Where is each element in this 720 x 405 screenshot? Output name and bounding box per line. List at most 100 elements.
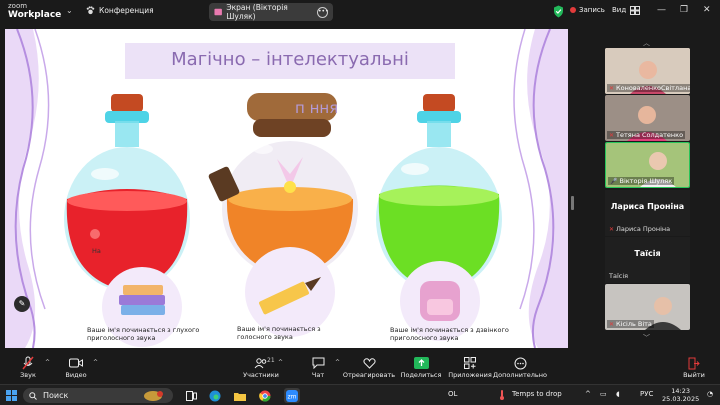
participants-label: Участники xyxy=(243,371,279,379)
participant-display-name: Лариса Проніна xyxy=(610,202,685,211)
caret-up-icon[interactable]: ^ xyxy=(93,359,98,366)
caption-voiceless: Ваше ім'я починається з глухого приголос… xyxy=(87,326,200,342)
search-placeholder: Поиск xyxy=(43,391,69,400)
clock-date: 25.03.2025 xyxy=(662,395,700,403)
meeting-label: Конференция xyxy=(99,6,154,15)
more-label: Дополнительно xyxy=(493,371,547,379)
participant-tile[interactable]: ✕ КоноваленкоСвітлана xyxy=(605,48,690,94)
caret-up-icon[interactable]: ^ xyxy=(278,359,283,366)
apps-icon xyxy=(464,355,476,371)
leave-label: Выйти xyxy=(683,371,705,379)
ol-tray-item[interactable]: OL xyxy=(448,390,457,398)
participant-name: Лариса Проніна xyxy=(616,225,671,233)
slide-partial-text: На xyxy=(92,247,101,255)
chevron-down-icon[interactable]: ﹀ xyxy=(643,333,650,343)
screen-share-indicator[interactable]: Экран (Вікторія Шуляк) ••• xyxy=(209,3,333,21)
close-icon[interactable]: ✕ xyxy=(703,5,711,15)
chat-label: Чат xyxy=(311,371,325,379)
react-label: Отреагировать xyxy=(342,371,396,379)
minimize-icon[interactable]: — xyxy=(657,5,666,15)
chevron-down-icon[interactable]: ⌄ xyxy=(66,6,73,15)
participant-name: Вікторія Шуляк xyxy=(619,177,673,185)
leave-button[interactable]: Выйти xyxy=(666,355,720,379)
clock-time: 14:23 xyxy=(671,387,690,395)
shared-screen: Магічно – інтелектуальні п ння На Ваше і… xyxy=(5,29,568,348)
participant-name: Кісіль Віта xyxy=(616,320,652,328)
grid-view-icon[interactable] xyxy=(630,6,640,15)
video-label: Видео xyxy=(65,371,87,379)
network-icon[interactable]: ▭ xyxy=(600,390,607,398)
chevron-up-icon[interactable]: ︿ xyxy=(643,38,650,48)
video-button[interactable]: Видео ^ xyxy=(48,355,104,379)
zoom-logo: zoom Workplace xyxy=(8,2,61,20)
windows-taskbar: Поиск zm OL Temps to drop ^ ▭ ◖ РУС 14:2… xyxy=(0,384,720,405)
chrome-icon[interactable] xyxy=(257,388,273,403)
record-label: Запись xyxy=(579,6,605,14)
chat-icon xyxy=(312,355,325,371)
zoom-app-icon[interactable]: zm xyxy=(284,388,300,403)
volume-icon[interactable]: ◖ xyxy=(616,390,620,398)
heart-icon xyxy=(362,355,376,371)
tray-chevron-up-icon[interactable]: ^ xyxy=(585,390,591,398)
notification-bell-icon[interactable]: ◔ xyxy=(707,390,713,398)
caption-vowel: Ваше ім'я починається з голосного звука xyxy=(237,325,321,341)
participant-name: КоноваленкоСвітлана xyxy=(616,84,690,92)
bird-widget-icon xyxy=(144,391,163,401)
screen-icon xyxy=(214,8,222,16)
react-button[interactable]: Отреагировать xyxy=(341,355,397,379)
mic-icon: 🎤 xyxy=(610,177,618,185)
participant-name: Тетяна Солдатенко xyxy=(616,131,684,139)
share-label: Экран (Вікторія Шуляк) xyxy=(226,3,288,21)
panel-resize-handle[interactable] xyxy=(571,196,574,210)
participants-button[interactable]: 21 Участники ^ xyxy=(233,355,289,379)
mic-muted-icon: ✕ xyxy=(609,84,615,92)
mic-muted-icon: ✕ xyxy=(609,131,615,139)
caret-up-icon[interactable]: ^ xyxy=(335,359,340,366)
more-options-icon[interactable]: ••• xyxy=(317,6,329,18)
camera-icon xyxy=(69,355,83,371)
weather-thermometer-icon xyxy=(500,390,504,400)
language-indicator[interactable]: РУС xyxy=(640,390,653,398)
apps-label: Приложения xyxy=(448,371,492,379)
participant-tile[interactable]: ✕ Кісіль Віта xyxy=(605,284,690,330)
slide-subtitle: п ння xyxy=(295,99,339,117)
share-arrow-icon xyxy=(413,355,429,371)
taskbar-search[interactable]: Поиск xyxy=(23,388,173,403)
search-icon xyxy=(29,391,37,400)
mic-muted-icon: ✕ xyxy=(609,320,615,328)
chat-button[interactable]: Чат ^ xyxy=(290,355,346,379)
audio-label: Звук xyxy=(20,371,36,379)
participants-count: 21 xyxy=(267,357,275,364)
record-indicator[interactable]: Запись xyxy=(570,6,605,14)
system-clock[interactable]: 14:23 25.03.2025 xyxy=(662,387,699,403)
restore-icon[interactable]: ❐ xyxy=(680,5,688,15)
mic-muted-icon xyxy=(22,355,34,371)
participant-tile[interactable]: ✕ Тетяна Солдатенко xyxy=(605,95,690,141)
task-view-icon[interactable] xyxy=(183,388,199,403)
annotate-pen-icon[interactable]: ✎ xyxy=(14,296,30,312)
participant-display-name: Таїсія xyxy=(634,249,661,258)
share-screen-button[interactable]: Поделиться xyxy=(393,355,449,379)
view-button[interactable]: Вид xyxy=(612,6,626,14)
slide-title: Магічно – інтелектуальні xyxy=(171,49,409,70)
meeting-info-button[interactable]: Конференция xyxy=(86,6,154,15)
shield-check-icon[interactable] xyxy=(553,5,564,18)
more-dots-icon xyxy=(514,355,527,371)
apps-button[interactable]: Приложения xyxy=(442,355,498,379)
paw-icon xyxy=(86,6,95,15)
edge-browser-icon[interactable] xyxy=(207,388,223,403)
file-explorer-icon[interactable] xyxy=(232,388,248,403)
zoom-window: zoom Workplace ⌄ Конференция Экран (Вікт… xyxy=(0,0,720,405)
windows-start-icon[interactable] xyxy=(6,390,17,401)
participant-tile-active[interactable]: 🎤 Вікторія Шуляк xyxy=(605,142,690,188)
caption-voiced: Ваше ім'я починається з дзвінкого пригол… xyxy=(390,326,509,342)
meeting-toolbar: Звук ^ Видео ^ 21 Участники ^ Чат ^ Отре… xyxy=(0,352,720,384)
mic-muted-icon: ✕ xyxy=(609,225,615,233)
participant-tile[interactable]: Таїсія Таїсія xyxy=(605,237,690,283)
participant-tile[interactable]: Лариса Проніна ✕ Лариса Проніна xyxy=(605,190,690,236)
leave-door-icon xyxy=(688,355,700,371)
more-button[interactable]: Дополнительно xyxy=(492,355,548,379)
people-icon xyxy=(254,355,268,371)
weather-text[interactable]: Temps to drop xyxy=(512,390,562,398)
record-dot-icon xyxy=(570,7,576,13)
